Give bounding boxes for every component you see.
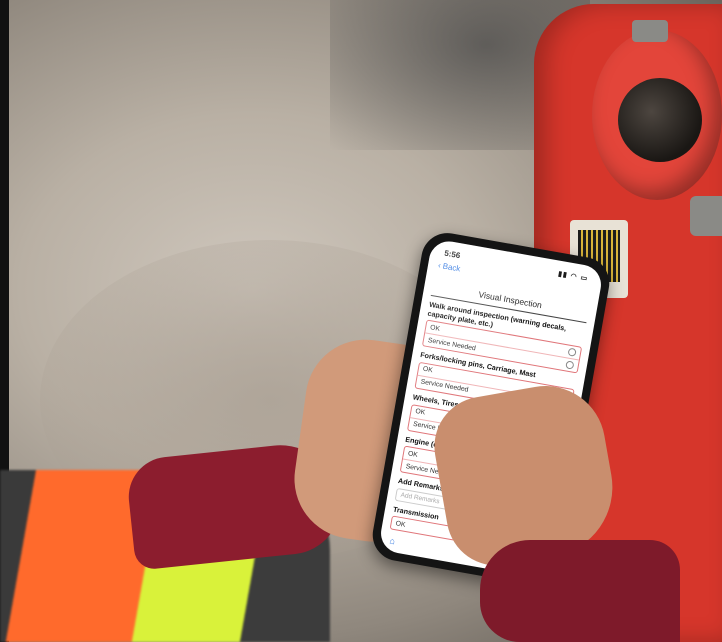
photo-scene: 5:56 ▮▮ ◠ ▭ ‹ Back Visual Inspection Wal… xyxy=(0,0,722,642)
right-sleeve xyxy=(480,540,680,642)
chevron-left-icon[interactable]: ‹ xyxy=(437,261,441,270)
radio-icon[interactable] xyxy=(565,360,575,370)
back-button[interactable]: Back xyxy=(442,262,461,274)
status-time: 5:56 xyxy=(443,248,461,261)
machine-hub-hole xyxy=(618,78,702,162)
home-icon[interactable]: ⌂ xyxy=(389,535,396,546)
bolt xyxy=(632,20,668,42)
bolt xyxy=(690,196,722,236)
radio-icon[interactable] xyxy=(567,347,577,358)
